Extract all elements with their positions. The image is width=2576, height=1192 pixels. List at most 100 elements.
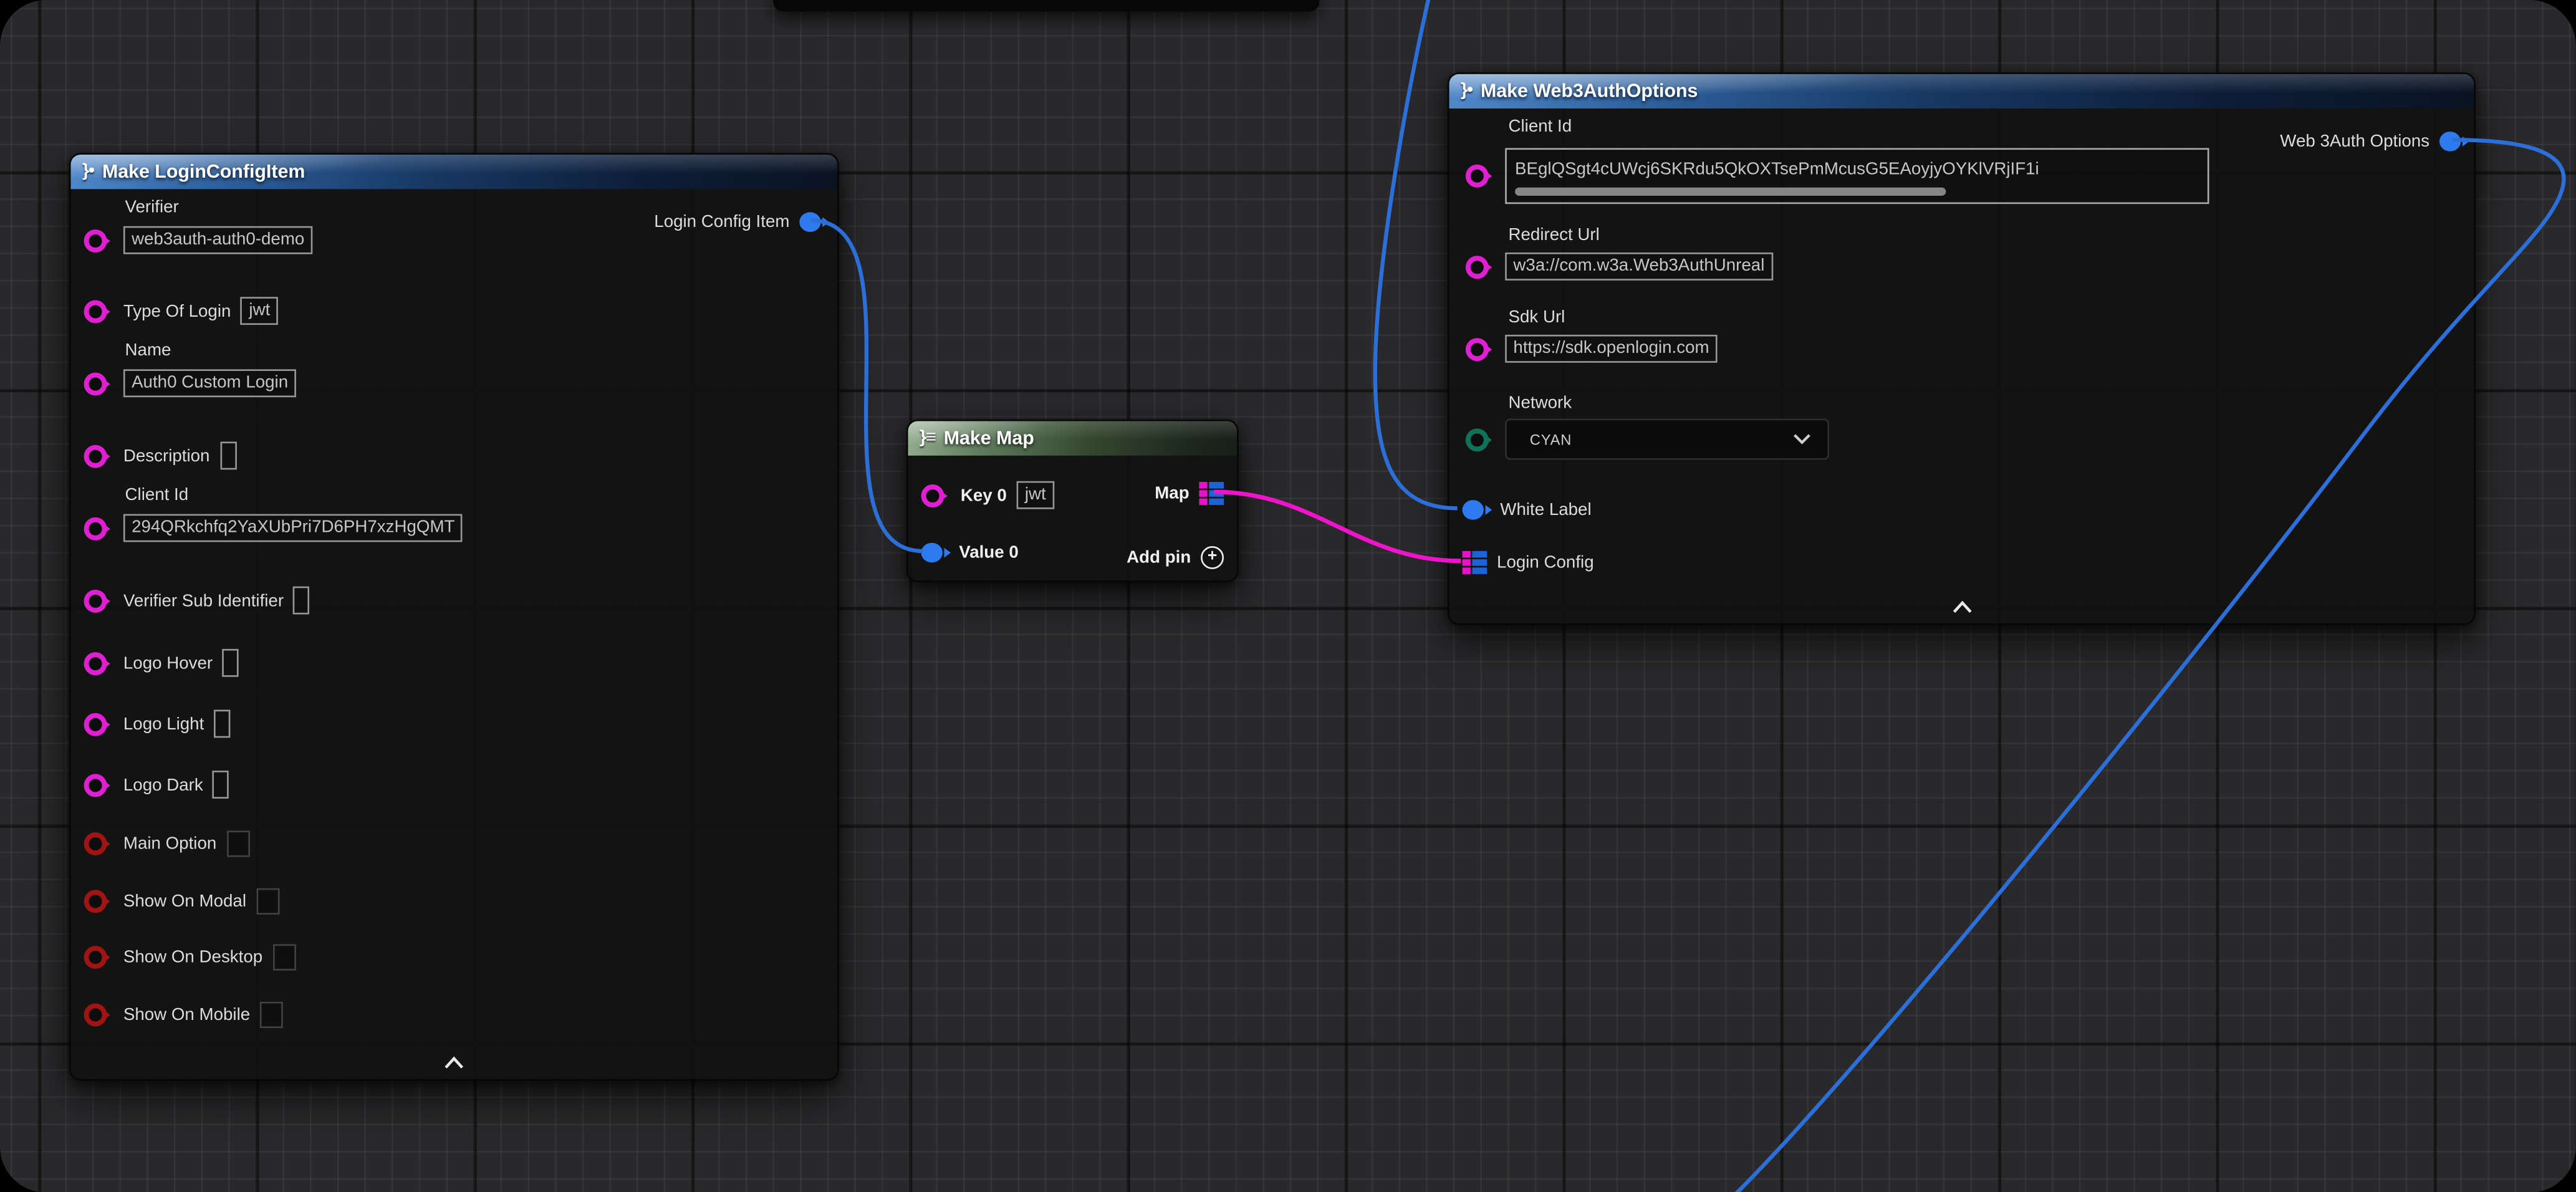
- show-on-mobile-checkbox[interactable]: [260, 1002, 283, 1028]
- key0-field[interactable]: jwt: [1017, 481, 1054, 509]
- logo-dark-field[interactable]: [213, 771, 229, 799]
- pin-label-main-option: Main Option: [123, 834, 216, 854]
- pin-label-show-on-mobile: Show On Mobile: [123, 1005, 250, 1025]
- node-make-loginconfigitem[interactable]: }• Make LoginConfigItem Login Config Ite…: [69, 153, 839, 1080]
- offscreen-node-edge[interactable]: [773, 0, 1319, 11]
- string-pin-verifier-sub-identifier[interactable]: [84, 589, 107, 612]
- string-pin-key0[interactable]: [921, 484, 944, 507]
- pin-label-client-id: Client Id: [125, 485, 189, 505]
- logo-light-field[interactable]: [214, 710, 230, 738]
- make-struct-icon: }•: [1461, 82, 1473, 100]
- struct-pin-value0[interactable]: [921, 543, 943, 563]
- blueprint-graph-canvas[interactable]: }• Make LoginConfigItem Login Config Ite…: [0, 0, 2576, 1192]
- string-pin-logo-dark[interactable]: [84, 773, 107, 796]
- make-map-icon: }≡: [920, 430, 936, 448]
- pin-row-main-option: Main Option: [84, 830, 249, 857]
- pin-row-verifier: web3auth-auth0-demo: [84, 226, 313, 254]
- collapse-chevron-icon[interactable]: [1951, 592, 1972, 622]
- pin-label-network: Network: [1509, 393, 1572, 413]
- add-pin-button[interactable]: Add pin: [1127, 546, 1224, 569]
- pin-label-client-id: Client Id: [1509, 117, 1572, 137]
- main-option-checkbox[interactable]: [226, 830, 249, 857]
- node-header-make-loginconfigitem[interactable]: }• Make LoginConfigItem: [70, 155, 837, 189]
- enum-pin-network[interactable]: [1466, 428, 1489, 451]
- string-pin-logo-hover[interactable]: [84, 651, 107, 675]
- string-pin-type-of-login[interactable]: [84, 299, 107, 322]
- node-header-make-web3authoptions[interactable]: }• Make Web3AuthOptions: [1449, 74, 2474, 108]
- client-id-field[interactable]: BEglQSgt4cUWcj6SKRdu5QkOXTsePmMcusG5EAoy…: [1505, 148, 2209, 204]
- bool-pin-show-on-mobile[interactable]: [84, 1003, 107, 1026]
- description-field[interactable]: [219, 441, 236, 469]
- add-pin-plus-icon: [1201, 546, 1224, 569]
- wire-top-to-white-label: [1375, 0, 1458, 508]
- struct-output-pin[interactable]: [2439, 132, 2461, 151]
- map-pin-login-config[interactable]: [1463, 551, 1487, 574]
- node-make-web3authoptions[interactable]: }• Make Web3AuthOptions Web 3Auth Option…: [1448, 72, 2476, 625]
- wire-map-to-login-config: [1214, 492, 1461, 561]
- pin-row-logo-hover: Logo Hover: [84, 649, 239, 677]
- screenshot-root: }• Make LoginConfigItem Login Config Ite…: [0, 0, 2576, 1192]
- string-pin-name[interactable]: [84, 372, 107, 395]
- pin-label-logo-dark: Logo Dark: [123, 775, 203, 795]
- pin-row-sdk-url: https://sdk.openlogin.com: [1466, 335, 1718, 363]
- string-pin-verifier[interactable]: [84, 229, 107, 252]
- map-output-pin[interactable]: [1199, 482, 1224, 505]
- show-on-desktop-checkbox[interactable]: [272, 944, 296, 970]
- pin-label-sdk-url: Sdk Url: [1509, 307, 1565, 327]
- verifier-field[interactable]: web3auth-auth0-demo: [123, 226, 313, 254]
- bool-pin-main-option[interactable]: [84, 832, 107, 855]
- pin-label-key0: Key 0: [961, 485, 1007, 505]
- string-pin-logo-light[interactable]: [84, 712, 107, 735]
- network-dropdown-value: CYAN: [1530, 431, 1572, 447]
- pin-row-show-on-desktop: Show On Desktop: [84, 944, 296, 970]
- redirect-url-field[interactable]: w3a://com.w3a.Web3AuthUnreal: [1505, 252, 1772, 281]
- pin-row-logo-light: Logo Light: [84, 710, 231, 738]
- pin-row-network: CYAN: [1466, 418, 1829, 459]
- output-pin-label-map: Map: [1155, 484, 1189, 504]
- pin-row-white-label: White Label: [1463, 500, 1592, 520]
- string-pin-sdk-url[interactable]: [1466, 337, 1489, 360]
- pin-label-description: Description: [123, 446, 210, 466]
- show-on-modal-checkbox[interactable]: [256, 888, 279, 915]
- output-pin-row-login-config-item[interactable]: Login Config Item: [654, 212, 820, 232]
- pin-row-description: Description: [84, 441, 236, 469]
- pin-row-client-id: 294QRkchfq2YaXUbPri7D6PH7xzHgQMT: [84, 514, 463, 542]
- pin-label-logo-light: Logo Light: [123, 714, 204, 734]
- string-pin-redirect-url[interactable]: [1466, 255, 1489, 278]
- output-pin-row-web3auth-options[interactable]: Web 3Auth Options: [2280, 132, 2461, 151]
- name-field[interactable]: Auth0 Custom Login: [123, 369, 296, 397]
- struct-output-pin[interactable]: [799, 212, 820, 232]
- string-pin-description[interactable]: [84, 444, 107, 467]
- type-of-login-field[interactable]: jwt: [241, 297, 278, 325]
- struct-pin-white-label[interactable]: [1463, 500, 1484, 520]
- pin-label-logo-hover: Logo Hover: [123, 653, 213, 673]
- output-pin-label: Login Config Item: [654, 212, 789, 232]
- network-dropdown[interactable]: CYAN: [1505, 418, 1829, 459]
- output-pin-row-map[interactable]: Map: [1155, 482, 1224, 505]
- client-id-scrollbar[interactable]: [1515, 188, 1946, 196]
- sdk-url-field[interactable]: https://sdk.openlogin.com: [1505, 335, 1718, 363]
- pin-row-client-id: BEglQSgt4cUWcj6SKRdu5QkOXTsePmMcusG5EAoy…: [1466, 148, 2209, 204]
- chevron-down-icon: [1793, 433, 1811, 445]
- bool-pin-show-on-desktop[interactable]: [84, 946, 107, 969]
- node-header-make-map[interactable]: }≡ Make Map: [908, 421, 1237, 455]
- node-title: Make Map: [944, 428, 1034, 448]
- string-pin-client-id[interactable]: [1466, 165, 1489, 188]
- client-id-text: BEglQSgt4cUWcj6SKRdu5QkOXTsePmMcusG5EAoy…: [1515, 160, 2039, 180]
- pin-label-show-on-modal: Show On Modal: [123, 892, 246, 911]
- logo-hover-field[interactable]: [223, 649, 239, 677]
- node-title: Make Web3AuthOptions: [1481, 82, 1698, 102]
- pin-label-show-on-desktop: Show On Desktop: [123, 948, 262, 968]
- pin-row-value0: Value 0: [921, 543, 1019, 563]
- verifier-sub-identifier-field[interactable]: [294, 587, 310, 615]
- pin-row-verifier-sub-identifier: Verifier Sub Identifier: [84, 587, 310, 615]
- string-pin-client-id[interactable]: [84, 516, 107, 539]
- client-id-field[interactable]: 294QRkchfq2YaXUbPri7D6PH7xzHgQMT: [123, 514, 463, 542]
- pin-label-white-label: White Label: [1500, 500, 1591, 520]
- output-pin-label: Web 3Auth Options: [2280, 132, 2429, 151]
- pin-row-show-on-modal: Show On Modal: [84, 888, 279, 915]
- bool-pin-show-on-modal[interactable]: [84, 890, 107, 913]
- node-make-map[interactable]: }≡ Make Map Key 0 jwt Map Value 0 Add pi…: [906, 420, 1239, 582]
- pin-label-type-of-login: Type Of Login: [123, 301, 231, 321]
- collapse-chevron-icon[interactable]: [443, 1048, 464, 1077]
